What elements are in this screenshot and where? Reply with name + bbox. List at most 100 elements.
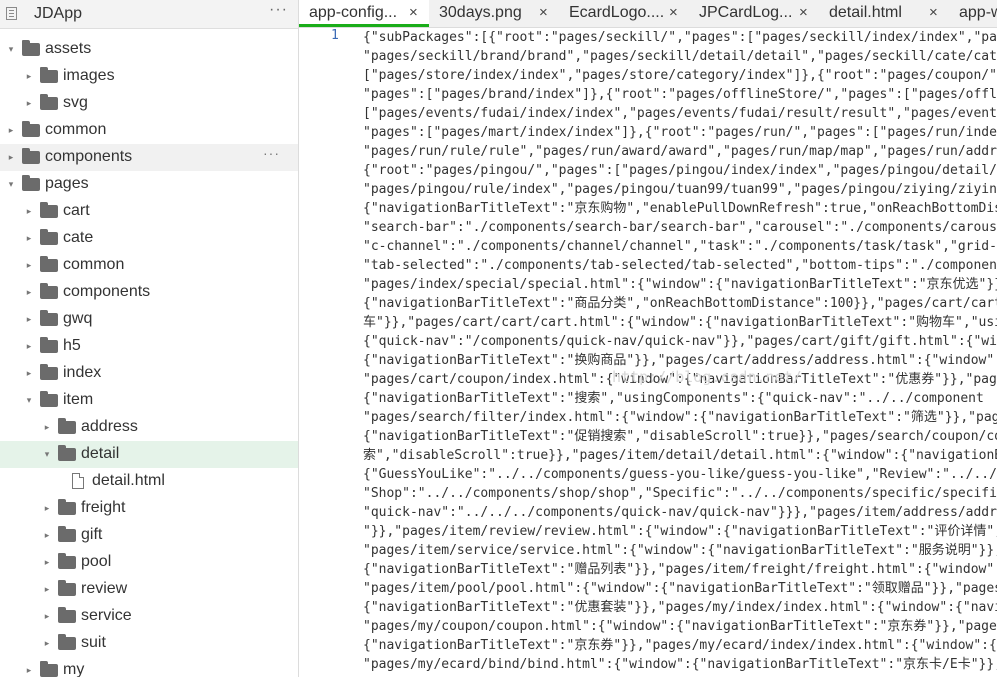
folder-icon (58, 418, 76, 434)
tree-item-label: address (81, 418, 138, 435)
tree-file-item[interactable]: detail.html (0, 468, 298, 495)
editor-tab[interactable]: JPCardLog... × (689, 0, 819, 27)
chevron-down-icon[interactable]: ▾ (24, 395, 34, 406)
chevron-right-icon[interactable]: ▸ (24, 98, 34, 109)
chevron-right-icon[interactable]: ▸ (24, 287, 34, 298)
tree-folder-item[interactable]: ▾ pages (0, 171, 298, 198)
tree-item-label: cart (63, 202, 90, 219)
tree-folder-item[interactable]: ▸ common (0, 117, 298, 144)
editor-tab[interactable]: 30days.png × (429, 0, 559, 27)
chevron-down-icon[interactable]: ▾ (42, 449, 52, 460)
folder-icon (58, 634, 76, 650)
close-tab-icon[interactable]: × (799, 4, 808, 21)
chevron-down-icon[interactable]: ▾ (6, 179, 16, 190)
folder-icon (22, 175, 40, 191)
tree-folder-item[interactable]: ▸ service (0, 603, 298, 630)
chevron-right-icon[interactable]: ▸ (42, 584, 52, 595)
tree-folder-item[interactable]: ▸ components (0, 279, 298, 306)
tree-item-label: pages (45, 175, 89, 192)
chevron-right-icon[interactable]: ▸ (24, 71, 34, 82)
tree-folder-item[interactable]: ▸ pool (0, 549, 298, 576)
tree-item-label: suit (81, 634, 106, 651)
chevron-right-icon[interactable]: ▸ (24, 368, 34, 379)
tree-folder-item[interactable]: ▸ my (0, 657, 298, 677)
tree-folder-item[interactable]: ▸ gift (0, 522, 298, 549)
chevron-right-icon[interactable]: ▸ (24, 314, 34, 325)
chevron-right-icon[interactable]: ▸ (24, 341, 34, 352)
file-tree: ▾ assets ▸ images ▸ svg ▸ common ▸ components ··· ▾… (0, 36, 298, 677)
watermark: http://blog.csdn.net/ (612, 368, 802, 386)
tree-item-label: cate (63, 229, 94, 246)
code-line: {"navigationBarTitleText":"商品分类","onReac… (363, 296, 997, 311)
folder-icon (40, 283, 58, 299)
chevron-right-icon[interactable]: ▸ (42, 557, 52, 568)
code-line: {"root":"pages/pingou/","pages":["pages/… (363, 163, 997, 178)
folder-icon (58, 607, 76, 623)
code-line: "Shop":"../../components/shop/shop","Spe… (363, 486, 997, 501)
tree-folder-item[interactable]: ▾ item (0, 387, 298, 414)
tree-folder-item[interactable]: ▸ common (0, 252, 298, 279)
code-line: "pages":["pages/brand/index"]},{"root":"… (363, 87, 997, 102)
close-tab-icon[interactable]: × (539, 4, 548, 21)
chevron-right-icon[interactable]: ▸ (24, 206, 34, 217)
editor-tab[interactable]: app-w (949, 0, 997, 27)
tree-folder-item[interactable]: ▸ address (0, 414, 298, 441)
chevron-right-icon[interactable]: ▸ (24, 665, 34, 676)
tree-folder-item[interactable]: ▸ images (0, 63, 298, 90)
close-tab-icon[interactable]: × (669, 4, 678, 21)
editor-tab[interactable]: EcardLogo.... × (559, 0, 689, 27)
chevron-right-icon[interactable]: ▸ (24, 260, 34, 271)
code-line: ["pages/store/index/index","pages/store/… (363, 68, 997, 83)
more-options-icon[interactable]: ··· (263, 145, 280, 161)
tree-folder-item[interactable]: ▸ cart (0, 198, 298, 225)
tree-folder-item[interactable]: ▸ cate (0, 225, 298, 252)
folder-icon (40, 256, 58, 272)
tree-folder-item[interactable]: ▾ detail (0, 441, 298, 468)
chevron-right-icon[interactable]: ▸ (42, 638, 52, 649)
tree-item-label: freight (81, 499, 126, 516)
chevron-right-icon[interactable]: ▸ (6, 125, 16, 136)
tree-folder-item[interactable]: ▸ suit (0, 630, 298, 657)
code-line: 车"}},"pages/cart/cart/cart.html":{"windo… (363, 315, 997, 330)
tree-item-label: components (63, 283, 151, 300)
line-number: 1 (331, 28, 339, 43)
folder-icon (58, 526, 76, 542)
tree-item-label: my (63, 661, 85, 677)
chevron-right-icon[interactable]: ▸ (24, 233, 34, 244)
folder-icon (58, 499, 76, 515)
code-line: "tab-selected":"./components/tab-selecte… (363, 258, 997, 273)
close-tab-icon[interactable]: × (409, 4, 418, 21)
tab-label: 30days.png (439, 4, 522, 21)
tab-label: detail.html (829, 4, 902, 21)
chevron-right-icon[interactable]: ▸ (42, 611, 52, 622)
tree-folder-item[interactable]: ▸ freight (0, 495, 298, 522)
code-line: "pages/my/ecard/bind/bind.html":{"window… (363, 657, 997, 672)
more-options-icon[interactable]: ··· (269, 1, 288, 19)
folder-icon (22, 148, 40, 164)
editor-tab[interactable]: detail.html × (819, 0, 949, 27)
folder-icon (40, 310, 58, 326)
tree-folder-item[interactable]: ▸ index (0, 360, 298, 387)
chevron-right-icon[interactable]: ▸ (42, 422, 52, 433)
chevron-right-icon[interactable]: ▸ (6, 152, 16, 163)
chevron-right-icon[interactable]: ▸ (42, 503, 52, 514)
code-editor[interactable]: 1 {"subPackages":[{"root":"pages/seckill… (299, 28, 997, 677)
tree-folder-item[interactable]: ▸ components ··· (0, 144, 298, 171)
tree-folder-item[interactable]: ▸ svg (0, 90, 298, 117)
tree-folder-item[interactable]: ▸ gwq (0, 306, 298, 333)
tree-item-label: review (81, 580, 128, 597)
code-line: "pages/pingou/rule/index","pages/pingou/… (363, 182, 997, 197)
chevron-right-icon[interactable]: ▸ (42, 530, 52, 541)
file-icon (72, 473, 84, 489)
code-line: {"navigationBarTitleText":"京东券"}},"pages… (363, 638, 997, 653)
tree-folder-item[interactable]: ▸ review (0, 576, 298, 603)
code-line: {"navigationBarTitleText":"京东购物","enable… (363, 201, 997, 216)
chevron-down-icon[interactable]: ▾ (6, 44, 16, 55)
close-tab-icon[interactable]: × (929, 4, 938, 21)
tree-item-label: images (63, 67, 115, 84)
tree-folder-item[interactable]: ▾ assets (0, 36, 298, 63)
tree-folder-item[interactable]: ▸ h5 (0, 333, 298, 360)
editor-tab[interactable]: app-config... × (299, 0, 429, 27)
code-line: {"subPackages":[{"root":"pages/seckill/"… (363, 30, 997, 45)
folder-icon (58, 553, 76, 569)
